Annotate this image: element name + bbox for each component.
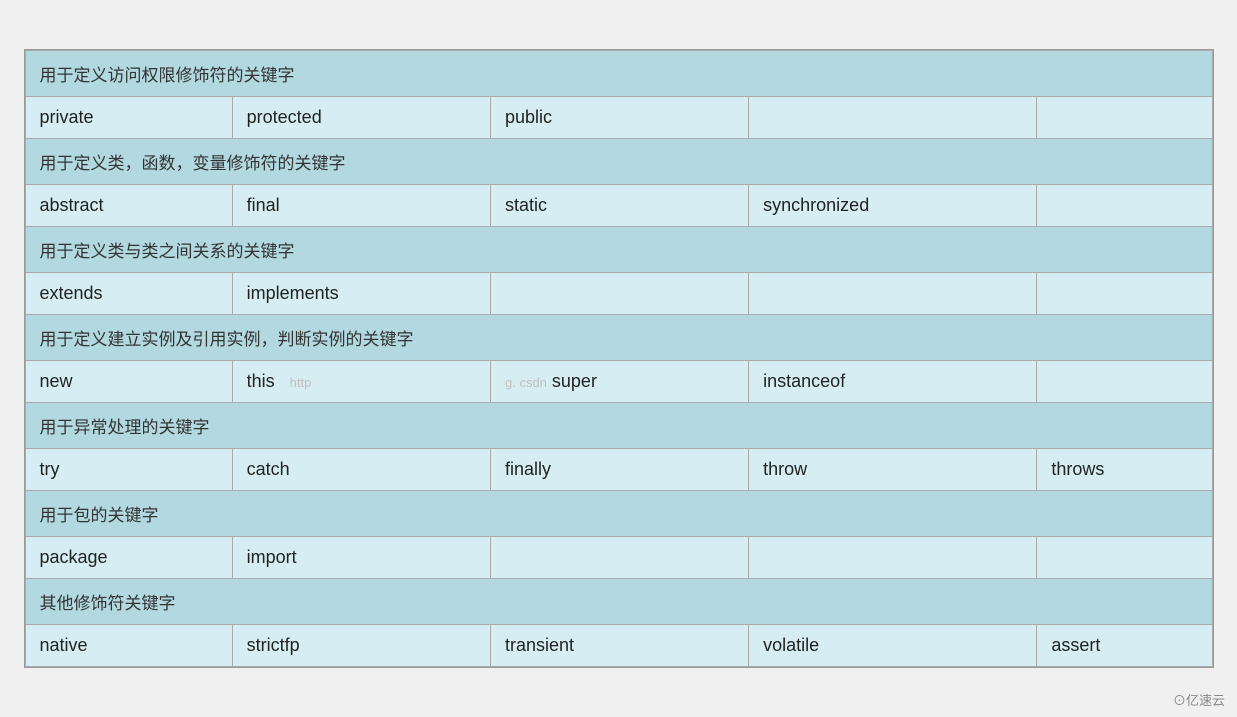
table-row: nativestrictfptransientvolatileassert <box>25 625 1212 667</box>
table-cell: throw <box>749 449 1037 491</box>
brand-logo: ⊙亿速云 <box>1173 690 1225 709</box>
table-cell: instanceof <box>749 361 1037 403</box>
table-container: 用于定义访问权限修饰符的关键字privateprotectedpublic用于定… <box>24 49 1214 668</box>
table-cell: import <box>232 537 490 579</box>
table-row: extendsimplements <box>25 273 1212 315</box>
table-row: abstractfinalstaticsynchronized <box>25 185 1212 227</box>
table-cell <box>749 537 1037 579</box>
table-cell <box>490 537 748 579</box>
table-cell: transient <box>490 625 748 667</box>
section-header-1: 用于定义类，函数，变量修饰符的关键字 <box>25 139 1212 185</box>
section-header-4: 用于异常处理的关键字 <box>25 403 1212 449</box>
section-header-text-5: 用于包的关键字 <box>25 491 1212 537</box>
section-header-text-1: 用于定义类，函数，变量修饰符的关键字 <box>25 139 1212 185</box>
section-header-text-3: 用于定义建立实例及引用实例，判断实例的关键字 <box>25 315 1212 361</box>
table-cell: extends <box>25 273 232 315</box>
table-cell: catch <box>232 449 490 491</box>
table-cell: private <box>25 97 232 139</box>
table-cell: public <box>490 97 748 139</box>
section-header-text-6: 其他修饰符关键字 <box>25 579 1212 625</box>
table-row: newthis httpg. csdn superinstanceof <box>25 361 1212 403</box>
section-header-6: 其他修饰符关键字 <box>25 579 1212 625</box>
page-wrapper: 用于定义访问权限修饰符的关键字privateprotectedpublic用于定… <box>0 0 1237 717</box>
table-row: privateprotectedpublic <box>25 97 1212 139</box>
table-cell: volatile <box>749 625 1037 667</box>
table-cell: new <box>25 361 232 403</box>
keywords-table: 用于定义访问权限修饰符的关键字privateprotectedpublic用于定… <box>25 50 1213 667</box>
table-cell: protected <box>232 97 490 139</box>
table-cell: synchronized <box>749 185 1037 227</box>
table-cell <box>1037 361 1212 403</box>
table-cell: assert <box>1037 625 1212 667</box>
table-cell: static <box>490 185 748 227</box>
table-cell: strictfp <box>232 625 490 667</box>
section-header-5: 用于包的关键字 <box>25 491 1212 537</box>
table-cell: abstract <box>25 185 232 227</box>
section-header-text-0: 用于定义访问权限修饰符的关键字 <box>25 51 1212 97</box>
table-cell <box>1037 97 1212 139</box>
section-header-text-2: 用于定义类与类之间关系的关键字 <box>25 227 1212 273</box>
table-cell <box>1037 537 1212 579</box>
table-cell: final <box>232 185 490 227</box>
table-cell <box>1037 273 1212 315</box>
table-cell <box>1037 185 1212 227</box>
table-cell <box>490 273 748 315</box>
table-cell: package <box>25 537 232 579</box>
section-header-3: 用于定义建立实例及引用实例，判断实例的关键字 <box>25 315 1212 361</box>
table-row: trycatchfinallythrowthrows <box>25 449 1212 491</box>
table-cell: g. csdn super <box>490 361 748 403</box>
table-cell: finally <box>490 449 748 491</box>
table-cell <box>749 273 1037 315</box>
table-cell <box>749 97 1037 139</box>
section-header-0: 用于定义访问权限修饰符的关键字 <box>25 51 1212 97</box>
table-cell: throws <box>1037 449 1212 491</box>
section-header-2: 用于定义类与类之间关系的关键字 <box>25 227 1212 273</box>
table-row: packageimport <box>25 537 1212 579</box>
table-cell: this http <box>232 361 490 403</box>
table-cell: implements <box>232 273 490 315</box>
table-cell: try <box>25 449 232 491</box>
table-cell: native <box>25 625 232 667</box>
section-header-text-4: 用于异常处理的关键字 <box>25 403 1212 449</box>
